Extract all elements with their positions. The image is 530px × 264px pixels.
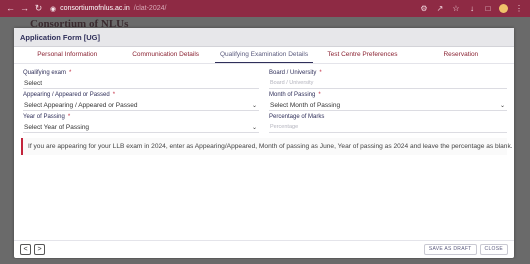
percentage-input[interactable]: Percentage (269, 122, 507, 133)
site-info-icon[interactable]: ◉ (50, 5, 56, 13)
form-tabs: Personal Information Communication Detai… (14, 47, 514, 64)
chevron-down-icon: ⌄ (251, 102, 257, 109)
tab-test-centre-preferences[interactable]: Test Centre Preferences (313, 47, 411, 63)
qualifying-exam-label: Qualifying exam * (23, 70, 72, 76)
year-of-passing-value: Select Year of Passing (24, 123, 90, 131)
application-form-modal: Application Form [UG] Personal Informati… (14, 28, 514, 258)
more-menu-icon[interactable]: ⋮ (514, 4, 524, 13)
qualifying-exam-value: Select (24, 79, 43, 87)
qualifying-exam-select[interactable]: Select (23, 78, 259, 89)
next-button[interactable]: > (34, 244, 45, 255)
required-mark: * (67, 114, 71, 120)
appearing-passed-value: Select Appearing / Appeared or Passed (24, 101, 138, 109)
download-icon[interactable]: ↓ (467, 4, 477, 13)
month-of-passing-label: Month of Passing * (269, 92, 321, 98)
required-mark: * (318, 92, 321, 98)
back-icon[interactable]: ← (6, 0, 15, 17)
previous-button[interactable]: < (20, 244, 31, 255)
share-icon[interactable]: ↗ (435, 4, 445, 13)
llb-note: If you are appearing for your LLB exam i… (21, 138, 513, 155)
month-of-passing-value: Select Month of Passing (270, 101, 341, 109)
modal-title: Application Form [UG] (20, 32, 100, 42)
appearing-passed-select[interactable]: Select Appearing / Appeared or Passed ⌄ (23, 100, 259, 111)
appearing-passed-label: Appearing / Appeared or Passed * (23, 92, 116, 98)
month-of-passing-select[interactable]: Select Month of Passing ⌄ (269, 100, 507, 111)
tab-communication-details[interactable]: Communication Details (116, 47, 214, 63)
browser-toolbar: ← → ↻ ◉ consortiumofnlus.ac.in/clat-2024… (0, 0, 530, 17)
forward-icon[interactable]: → (20, 0, 29, 17)
address-bar[interactable]: ◉ consortiumofnlus.ac.in/clat-2024/ (50, 5, 166, 13)
close-button[interactable]: CLOSE (479, 244, 508, 255)
board-university-placeholder: Board / University (270, 80, 314, 86)
tab-reservation[interactable]: Reservation (412, 47, 510, 63)
tab-qualifying-examination-details[interactable]: Qualifying Examination Details (214, 47, 314, 63)
modal-footer: < > SAVE AS DRAFT CLOSE (14, 240, 514, 258)
url-domain: consortiumofnlus.ac.in (60, 5, 130, 12)
page-backdrop-bottom (0, 259, 530, 264)
year-of-passing-select[interactable]: Select Year of Passing ⌄ (23, 122, 259, 133)
qualifying-exam-form: Qualifying exam * Select Board / Universi… (23, 69, 507, 135)
bookmark-star-icon[interactable]: ☆ (451, 4, 461, 13)
required-mark: * (112, 92, 116, 98)
reload-icon[interactable]: ↻ (34, 0, 43, 17)
tab-search-icon[interactable]: □ (483, 4, 493, 13)
extension-icon[interactable]: ⚙ (419, 4, 429, 13)
save-as-draft-button[interactable]: SAVE AS DRAFT (423, 244, 477, 255)
required-mark: * (69, 70, 72, 76)
chevron-down-icon: ⌄ (251, 124, 257, 131)
percentage-label: Percentage of Marks (269, 114, 325, 120)
url-path: /clat-2024/ (133, 5, 167, 12)
tab-personal-information[interactable]: Personal Information (18, 47, 116, 63)
year-of-passing-label: Year of Passing * (23, 114, 71, 120)
required-mark: * (319, 70, 322, 76)
board-university-label: Board / University * (269, 70, 322, 76)
chevron-down-icon: ⌄ (499, 102, 505, 109)
modal-header: Application Form [UG] (14, 28, 514, 47)
board-university-input[interactable]: Board / University (269, 78, 507, 89)
profile-avatar[interactable] (499, 4, 508, 13)
percentage-placeholder: Percentage (270, 124, 299, 130)
